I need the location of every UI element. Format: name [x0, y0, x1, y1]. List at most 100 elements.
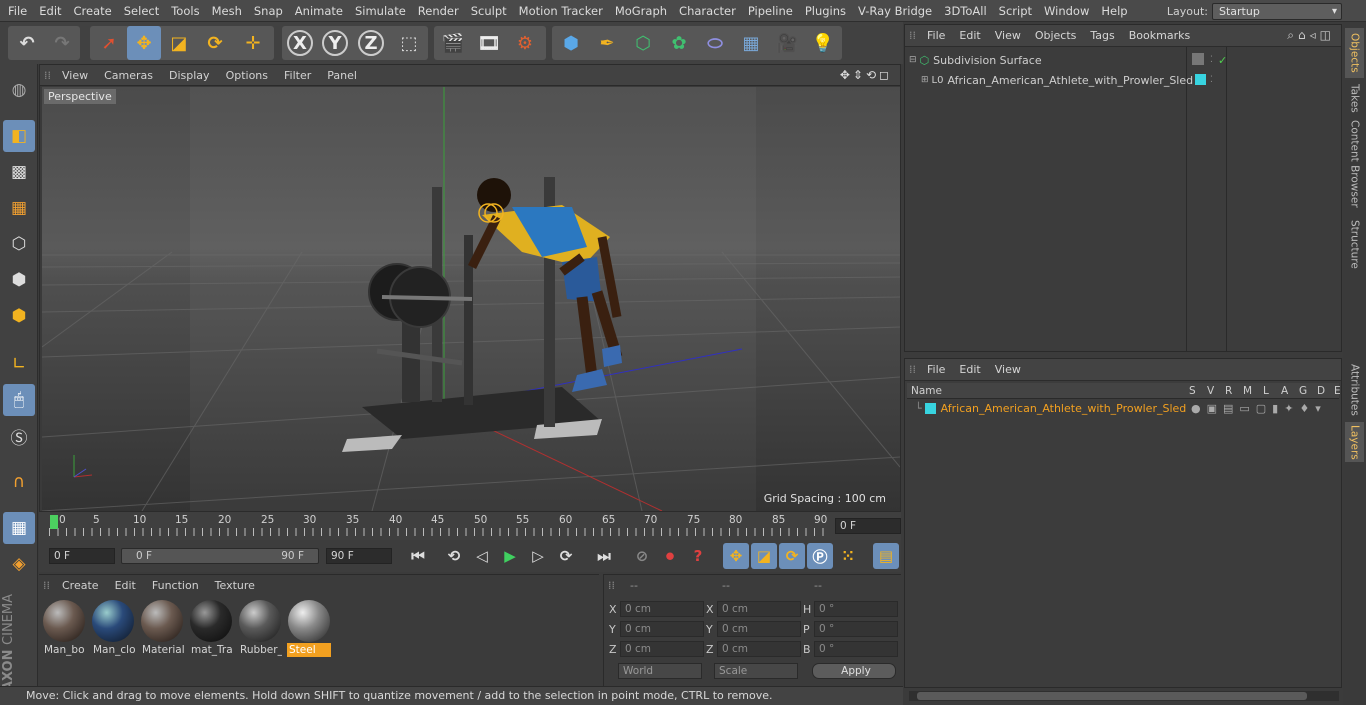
menu-create[interactable]: Create: [68, 0, 118, 22]
tab-objects[interactable]: Objects: [1345, 28, 1364, 78]
menu-tools[interactable]: Tools: [165, 0, 205, 22]
goto-end-icon[interactable]: ⏭: [591, 543, 617, 569]
vp-menu-filter[interactable]: Filter: [276, 65, 319, 86]
layout-select[interactable]: Startup: [1212, 2, 1342, 20]
menu-vray-bridge[interactable]: V-Ray Bridge: [852, 0, 938, 22]
mat-menu-create[interactable]: Create: [54, 575, 107, 596]
material-swatch[interactable]: Man_clo: [91, 599, 135, 657]
snap-settings-icon[interactable]: ◈: [3, 548, 35, 580]
points-mode-icon[interactable]: ⬡: [3, 228, 35, 260]
vp-menu-display[interactable]: Display: [161, 65, 218, 86]
layer-col-v[interactable]: V: [1207, 383, 1214, 399]
menu-sculpt[interactable]: Sculpt: [465, 0, 513, 22]
prev-frame-icon[interactable]: ◁: [469, 543, 495, 569]
obj-menu-bookmarks[interactable]: Bookmarks: [1122, 25, 1197, 47]
menu-simulate[interactable]: Simulate: [349, 0, 412, 22]
vp-menu-cameras[interactable]: Cameras: [96, 65, 161, 86]
tab-layers[interactable]: Layers: [1345, 422, 1364, 462]
layer-color-icon[interactable]: [1195, 74, 1206, 85]
layer-col-l[interactable]: L: [1263, 383, 1269, 399]
enabled-check-icon[interactable]: ✓: [1218, 54, 1227, 67]
layer-menu-edit[interactable]: Edit: [952, 359, 987, 381]
key-rotation-icon[interactable]: ⟳: [779, 543, 805, 569]
rot-p-field[interactable]: 0 °: [814, 621, 898, 637]
rot-b-field[interactable]: 0 °: [814, 641, 898, 657]
axis-mode-icon[interactable]: ∟: [3, 348, 35, 380]
frame-range-slider[interactable]: 0 F 90 F: [121, 548, 319, 564]
workplane-lock-icon[interactable]: ▦: [3, 512, 35, 544]
menu-character[interactable]: Character: [673, 0, 742, 22]
current-frame-field[interactable]: 0 F: [835, 518, 901, 534]
obj-menu-edit[interactable]: Edit: [952, 25, 987, 47]
play-icon[interactable]: ▶: [497, 543, 523, 569]
tab-attributes[interactable]: Attributes: [1345, 360, 1364, 420]
camera-icon[interactable]: 🎥: [770, 26, 804, 60]
tab-takes[interactable]: Takes: [1345, 80, 1364, 116]
layer-color-icon[interactable]: [924, 402, 936, 414]
material-grip-icon[interactable]: ⁞⁞: [39, 575, 54, 596]
rot-h-field[interactable]: 0 °: [814, 601, 898, 617]
key-position-icon[interactable]: ✥: [723, 543, 749, 569]
mat-menu-edit[interactable]: Edit: [107, 575, 144, 596]
undo-icon[interactable]: ↶: [10, 26, 44, 60]
record-keys-icon[interactable]: ⊘: [629, 543, 655, 569]
material-swatch[interactable]: Material: [140, 599, 184, 657]
layer-menu-file[interactable]: File: [920, 359, 952, 381]
x-axis-lock-button[interactable]: X: [283, 26, 317, 60]
apply-button[interactable]: Apply: [812, 663, 896, 679]
start-frame-field[interactable]: 0 F: [49, 548, 115, 564]
layer-col-d[interactable]: D: [1317, 383, 1325, 399]
next-key-icon[interactable]: ⟳: [553, 543, 579, 569]
layer-col-e[interactable]: E: [1334, 383, 1341, 399]
menu-window[interactable]: Window: [1038, 0, 1095, 22]
live-selection-icon[interactable]: ➚: [92, 26, 126, 60]
render-picture-viewer-icon[interactable]: 🎞: [472, 26, 506, 60]
pos-x-field[interactable]: 0 cm: [620, 601, 704, 617]
subdivision-tag-icon[interactable]: [1192, 53, 1204, 65]
menu-3dtoall[interactable]: 3DToAll: [938, 0, 993, 22]
render-view-icon[interactable]: 🎬: [436, 26, 470, 60]
workplane-icon[interactable]: ▦: [3, 192, 35, 224]
mat-menu-texture[interactable]: Texture: [207, 575, 263, 596]
rotate-tool-icon[interactable]: ⟳: [198, 26, 232, 60]
next-frame-icon[interactable]: ▷: [525, 543, 551, 569]
layer-hscrollbar[interactable]: [909, 691, 1339, 701]
obj-menu-file[interactable]: File: [920, 25, 952, 47]
menu-file[interactable]: File: [2, 0, 33, 22]
menu-render[interactable]: Render: [412, 0, 465, 22]
object-nav-icons[interactable]: ⌕⌂◃◫: [1287, 28, 1335, 43]
layer-row[interactable]: └ African_American_Athlete_with_Prowler_…: [915, 400, 1341, 416]
layer-col-g[interactable]: G: [1299, 383, 1307, 399]
obj-menu-tags[interactable]: Tags: [1083, 25, 1121, 47]
perspective-viewport[interactable]: Perspective Grid Spacing : 100 cm: [42, 87, 900, 511]
object-row-subdivision[interactable]: ⊟ ⬡ Subdivision Surface ⁚ ✓: [909, 52, 1329, 68]
visibility-dots-icon[interactable]: ⁚: [1210, 75, 1213, 85]
pos-z-field[interactable]: 0 cm: [620, 641, 704, 657]
edges-mode-icon[interactable]: ⬢: [3, 264, 35, 296]
visibility-dots-icon[interactable]: ⁚: [1210, 55, 1213, 65]
coordinate-system-icon[interactable]: ⬚: [392, 26, 426, 60]
layer-col-a[interactable]: A: [1281, 383, 1288, 399]
menu-plugins[interactable]: Plugins: [799, 0, 852, 22]
layer-col-m[interactable]: M: [1243, 383, 1252, 399]
mat-menu-function[interactable]: Function: [144, 575, 207, 596]
menu-edit[interactable]: Edit: [33, 0, 67, 22]
layer-col-name[interactable]: Name: [911, 383, 942, 399]
deformer-icon[interactable]: ⬭: [698, 26, 732, 60]
menu-mograph[interactable]: MoGraph: [609, 0, 673, 22]
material-swatch[interactable]: Rubber_: [238, 599, 282, 657]
menu-script[interactable]: Script: [993, 0, 1038, 22]
size-x-field[interactable]: 0 cm: [717, 601, 801, 617]
tab-structure[interactable]: Structure: [1345, 214, 1364, 274]
material-swatch[interactable]: mat_Tra: [189, 599, 233, 657]
key-pla-icon[interactable]: ⁙: [835, 543, 861, 569]
scale-tool-icon[interactable]: ◪: [162, 26, 196, 60]
tweak-mode-icon[interactable]: 🖱: [3, 384, 35, 416]
timeline-ruler[interactable]: 0 5 10 15 20 25 30 35 40 45 50 55 60 65 …: [39, 512, 901, 540]
size-y-field[interactable]: 0 cm: [717, 621, 801, 637]
object-grip-icon[interactable]: ⁞⁞: [905, 25, 920, 47]
menu-pipeline[interactable]: Pipeline: [742, 0, 799, 22]
pos-y-field[interactable]: 0 cm: [620, 621, 704, 637]
move-tool-icon[interactable]: ✥: [127, 26, 161, 60]
coord-mode-select[interactable]: World: [618, 663, 702, 679]
